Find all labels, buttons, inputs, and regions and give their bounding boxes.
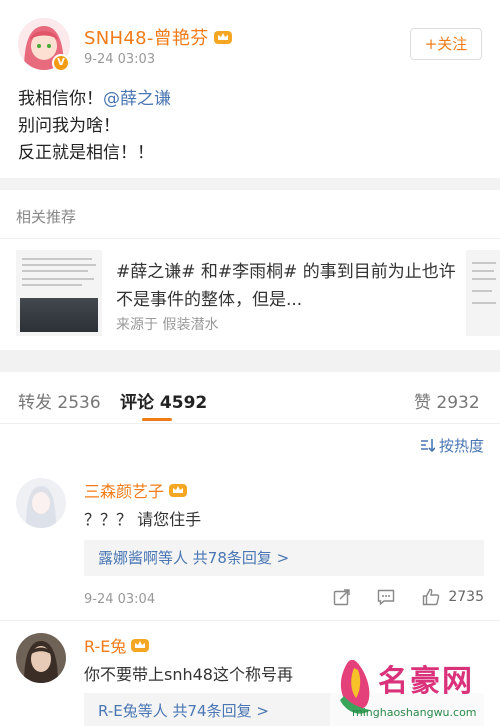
post-line-2: 别问我为啥！ (18, 116, 120, 136)
follow-button[interactable]: +关注 (410, 28, 482, 60)
related-divider (0, 238, 500, 239)
comment-actions: 2735 (311, 588, 484, 606)
post-content: 我相信你！@薛之谦 别问我为啥！ 反正就是相信！！ (18, 86, 171, 167)
crown-icon (169, 484, 188, 497)
section-divider (0, 178, 500, 190)
comment-text: ？？？ 请您住手 (84, 510, 202, 529)
reply-users[interactable]: 露娜酱啊等人 (98, 549, 188, 567)
share-icon[interactable] (333, 588, 351, 606)
reply-count[interactable]: 共78条回复 > (193, 549, 289, 567)
crown-icon (131, 639, 150, 652)
tab-repost[interactable]: 转发 2536 (18, 388, 101, 413)
related-card-source: 来源于 假装潜水 (116, 317, 219, 333)
mention-link[interactable]: @薛之谦 (103, 89, 171, 109)
related-card[interactable]: #薛之谦# 和#李雨桐# 的事到目前为止也许不是事件的整体，但是... 来源于 … (16, 250, 456, 336)
reply-count[interactable]: 共74条回复 > (173, 702, 269, 720)
tab-likes[interactable]: 赞 2932 (414, 388, 480, 413)
interaction-tabs: 转发 2536 评论 4592 赞 2932 (0, 372, 500, 424)
crown-icon (213, 31, 232, 44)
commenter-name[interactable]: R-E兔 (84, 633, 150, 657)
site-watermark: 名豪网 minghaoshangwu.com (330, 650, 500, 726)
sort-by-hot-button[interactable]: 按热度 (419, 435, 484, 456)
commenter-name[interactable]: 三森颜艺子 (84, 478, 188, 502)
comment-time: 9-24 03:04 (84, 592, 156, 607)
post-username[interactable]: SNH48-曾艳芬 (84, 24, 233, 50)
post-line-3: 反正就是相信！！ (18, 143, 154, 163)
post-line-1: 我相信你！ (18, 89, 103, 109)
replies-link[interactable]: 露娜酱啊等人 共78条回复 > (84, 540, 484, 576)
commenter-avatar[interactable] (16, 633, 66, 683)
username-text[interactable]: SNH48-曾艳芬 (84, 28, 209, 49)
watermark-name: 名豪网 (378, 664, 474, 699)
related-thumbnail (16, 250, 102, 336)
reply-users[interactable]: R-E兔等人 (98, 702, 168, 720)
like-icon[interactable] (422, 588, 440, 606)
related-thumbnail-next[interactable] (466, 250, 500, 336)
post-card: V SNH48-曾艳芬 9-24 03:03 +关注 我相信你！@薛之谦 别问我… (0, 0, 500, 178)
comment-text: 你不要带上snh48这个称号再 (84, 665, 293, 684)
comment-item: 三森颜艺子 ？？？ 请您住手 露娜酱啊等人 共78条回复 > 9-24 03:0… (0, 468, 500, 620)
related-title: 相关推荐 (16, 208, 77, 226)
commenter-avatar[interactable] (16, 478, 66, 528)
section-divider (0, 350, 500, 372)
sort-icon (420, 439, 435, 453)
tab-comments[interactable]: 评论 4592 (120, 388, 207, 413)
related-section: 相关推荐 #薛之谦# 和#李雨桐# 的事到目前为止也许不是事件的整体，但是...… (0, 190, 500, 350)
verified-badge-icon: V (52, 54, 70, 72)
reply-icon[interactable] (377, 588, 395, 606)
post-time: 9-24 03:03 (84, 52, 156, 67)
sort-bar: 按热度 (0, 424, 500, 468)
like-count: 2735 (448, 589, 484, 605)
watermark-url: minghaoshangwu.com (352, 706, 477, 719)
related-card-text[interactable]: #薛之谦# 和#李雨桐# 的事到目前为止也许不是事件的整体，但是... (116, 258, 456, 314)
active-tab-indicator (142, 418, 172, 421)
